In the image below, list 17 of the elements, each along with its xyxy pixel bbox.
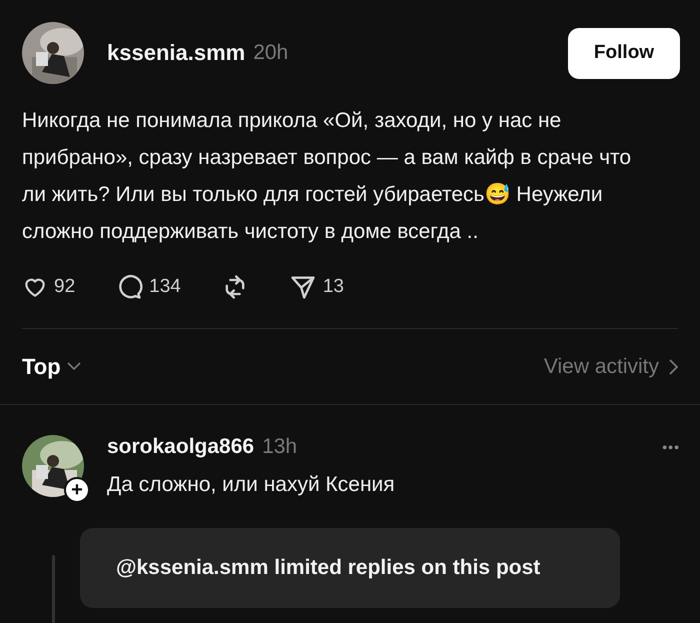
post-time: 20h [253, 41, 288, 65]
reply-time: 13h [262, 435, 298, 459]
action-count: 92 [54, 276, 76, 298]
action-count: 13 [322, 276, 344, 298]
post-text: Никогда не понимала прикола «Ой, заходи, но у нас не прибрано», сразу назревает вопрос — а вам кайф в сраче что ли жить? Или вы только для гостей убираетесь😅 Неужели сложно поддерживать чистоту в доме всегда .. [22, 108, 632, 245]
follow-badge[interactable]: + [64, 477, 90, 503]
reply-text: Да сложно, или нахуй Ксения [107, 473, 396, 497]
action-count: 134 [149, 276, 181, 298]
chevron-right-icon [669, 358, 678, 374]
follow-button[interactable]: Follow [568, 28, 680, 78]
username[interactable]: sorokaolga866 [107, 435, 254, 459]
view-activity-link[interactable]: View activity [544, 354, 678, 378]
more-options[interactable]: ••• [662, 439, 680, 455]
sort-dropdown[interactable]: Top [22, 354, 81, 380]
username[interactable]: kssenia.smm [107, 40, 246, 66]
chevron-down-icon [66, 362, 81, 371]
toast-message: @kssenia.smm limited replies on this post [80, 528, 620, 608]
